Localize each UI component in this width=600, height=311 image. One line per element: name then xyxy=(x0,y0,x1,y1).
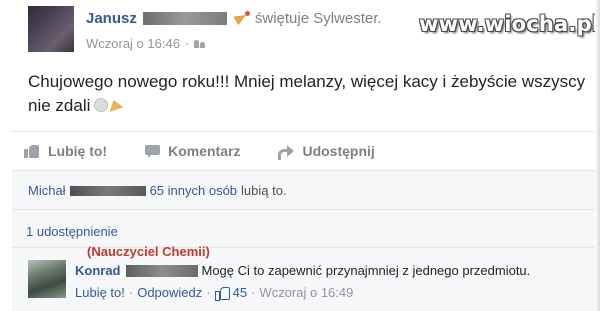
added-annotation: (Nauczyciel Chemii) xyxy=(87,244,210,259)
divider xyxy=(12,209,600,210)
facebook-post-card: Janusz świętuje Sylwester. Wczoraj o 16:… xyxy=(0,0,600,311)
comment-button[interactable]: Komentarz xyxy=(145,143,240,159)
author-avatar[interactable] xyxy=(28,6,74,52)
post-action-bar: Lubię to! Komentarz Udostępnij xyxy=(24,143,413,160)
likes-summary: Michał 65 innych osób lubią to. xyxy=(28,183,287,198)
comment-timestamp[interactable]: Wczoraj o 16:49 xyxy=(259,285,353,300)
confetti-emoji-icon xyxy=(94,98,109,112)
commenter-name[interactable]: Konrad xyxy=(75,263,121,278)
divider xyxy=(12,170,600,171)
activity-text: świętuje Sylwester. xyxy=(254,9,382,27)
share-button[interactable]: Udostępnij xyxy=(278,143,375,160)
redacted-surname xyxy=(142,11,227,25)
comment: Konrad Mogę Ci to zapewnić przynajmniej … xyxy=(75,263,530,278)
comment-like-count[interactable]: 45 xyxy=(233,285,247,300)
shares-count-link[interactable]: 1 udostępnienie xyxy=(26,224,118,239)
comment-reply-link[interactable]: Odpowiedz xyxy=(137,285,202,300)
likes-suffix: lubią to. xyxy=(241,183,287,198)
redacted-surname xyxy=(69,185,146,196)
thumbs-up-icon xyxy=(24,144,40,158)
divider xyxy=(12,131,600,132)
comment-actions: Lubię to! · Odpowiedz · 45 · Wczoraj o 1… xyxy=(75,285,354,301)
other-likers-link[interactable]: 65 innych osób xyxy=(150,183,237,198)
share-label: Udostępnij xyxy=(302,143,375,159)
comment-like-link[interactable]: Lubię to! xyxy=(75,285,125,300)
site-watermark: www.wiocha.pl xyxy=(419,12,600,36)
post-header: Janusz świętuje Sylwester. xyxy=(86,9,382,27)
redacted-surname xyxy=(125,264,198,277)
commenter-avatar[interactable] xyxy=(28,260,66,298)
share-arrow-icon xyxy=(278,144,295,160)
like-button[interactable]: Lubię to! xyxy=(24,143,107,159)
post-meta: Wczoraj o 16:46 · xyxy=(86,36,206,51)
like-label: Lubię to! xyxy=(48,143,108,159)
author-name[interactable]: Janusz xyxy=(86,10,137,27)
post-text: Chujowego nowego roku!!! Mniej melanzy, … xyxy=(28,70,600,118)
party-popper-emoji-icon xyxy=(109,100,124,112)
friends-icon[interactable] xyxy=(194,39,206,48)
card-edge-shadow xyxy=(595,0,600,311)
post-timestamp[interactable]: Wczoraj o 16:46 xyxy=(86,36,180,51)
party-popper-icon xyxy=(233,11,251,25)
comment-text: Mogę Ci to zapewnić przynajmniej z jedne… xyxy=(201,263,531,278)
liker-name[interactable]: Michał xyxy=(28,183,66,198)
thumbs-up-outline-icon xyxy=(214,286,230,301)
speech-bubble-icon xyxy=(145,144,161,158)
comment-label: Komentarz xyxy=(168,143,241,159)
